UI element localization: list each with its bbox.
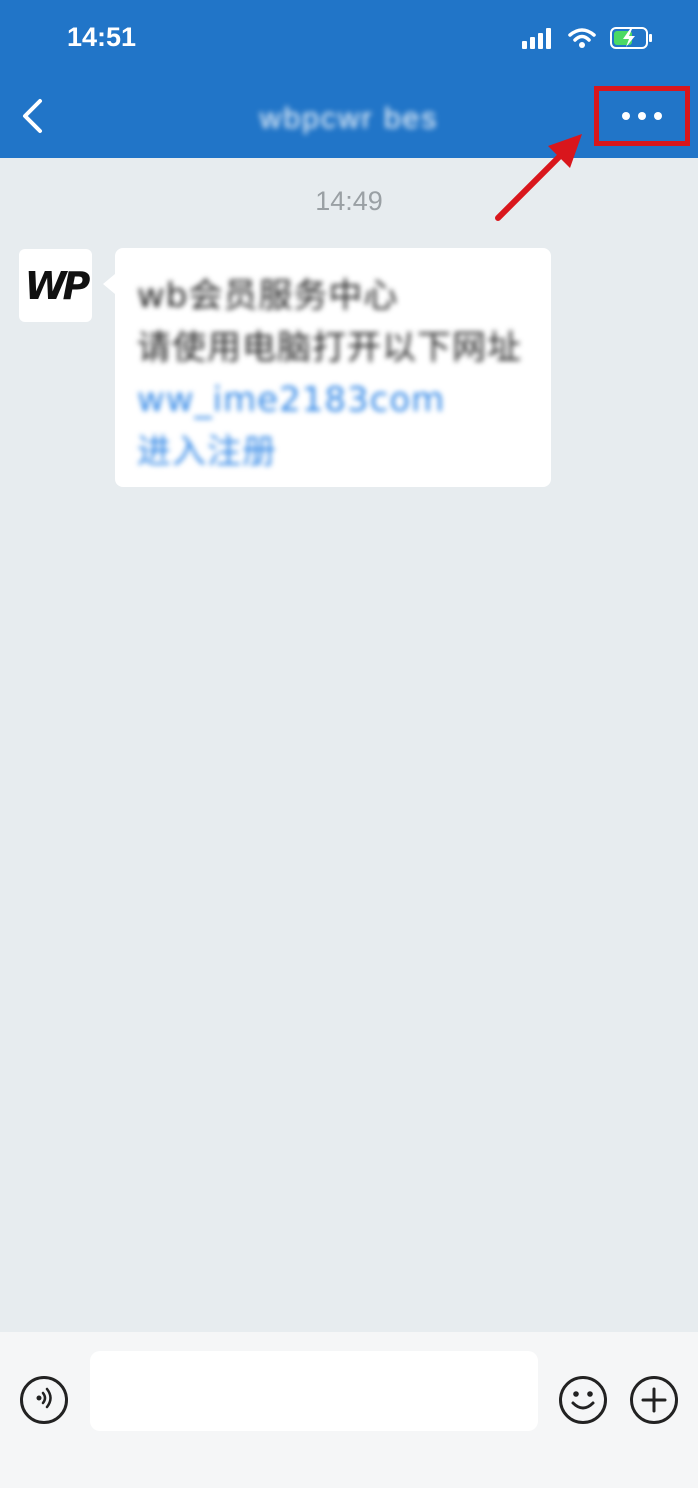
input-bar [0, 1332, 698, 1488]
voice-button[interactable] [20, 1376, 68, 1424]
more-dot [654, 112, 662, 120]
status-bar: 14:51 [0, 0, 698, 80]
emoji-button[interactable] [559, 1376, 607, 1424]
message-timestamp: 14:49 [315, 186, 383, 216]
plus-icon [641, 1387, 667, 1413]
battery-charging-icon [610, 26, 654, 55]
emoji-icon [571, 1391, 595, 1410]
message-text-line: 请使用电脑打开以下网址 [137, 328, 522, 368]
signal-icon [522, 27, 554, 54]
wifi-icon [568, 27, 596, 54]
nav-bar: wbpcwr bes [0, 80, 698, 158]
voice-icon [31, 1385, 57, 1416]
status-time: 14:51 [67, 22, 137, 52]
message-input[interactable] [90, 1351, 538, 1431]
plus-button[interactable] [630, 1376, 678, 1424]
message-link[interactable]: 进入注册 [137, 426, 531, 478]
message-text-line: wb会员服务中心 [137, 276, 399, 316]
more-dots-icon [622, 112, 630, 120]
message-link[interactable]: ww_ime2183com [137, 374, 531, 426]
avatar[interactable]: WP [19, 249, 92, 322]
more-options-button[interactable] [594, 86, 690, 146]
message-bubble[interactable]: wb会员服务中心 请使用电脑打开以下网址 ww_ime2183com 进入注册 [103, 248, 551, 487]
status-icons [522, 26, 654, 55]
more-dot [638, 112, 646, 120]
avatar-logo: WP [24, 263, 91, 308]
